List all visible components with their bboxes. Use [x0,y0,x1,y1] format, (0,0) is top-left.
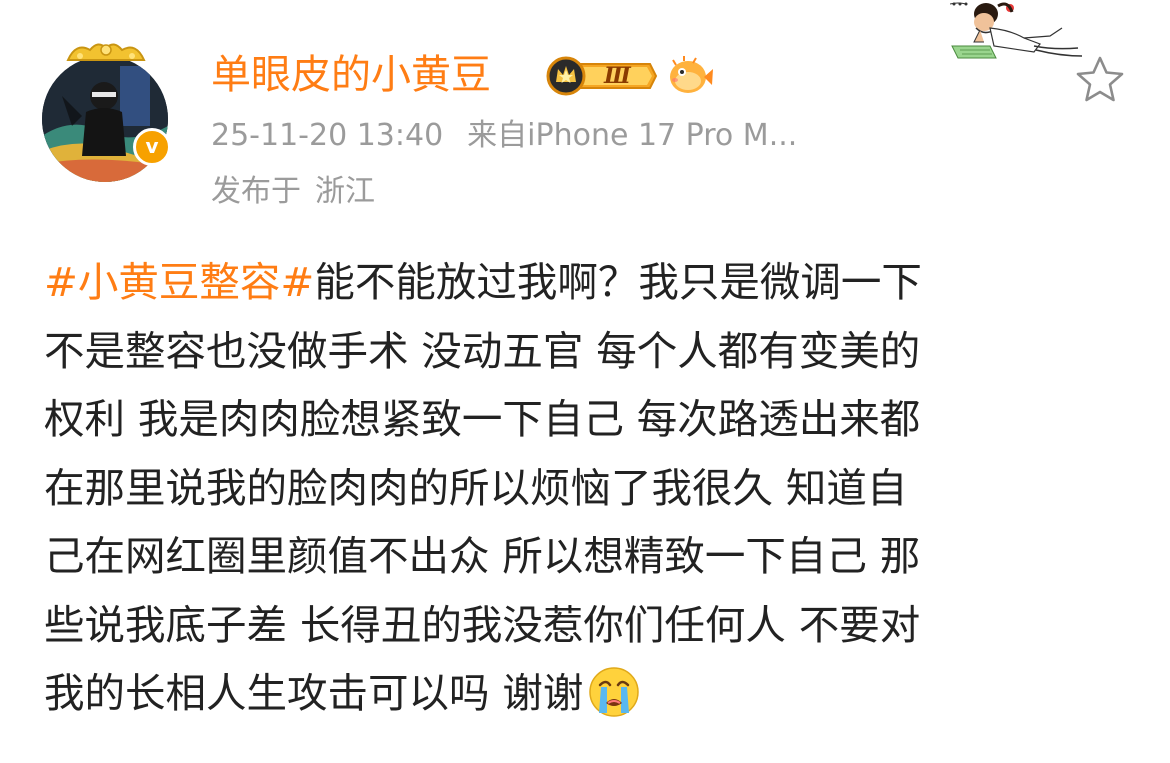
post-meta: 25-11-20 13:40 来自iPhone 17 Pro M... [211,116,797,156]
vip-level-label: Ⅲ [604,63,631,89]
vip-badge[interactable]: Ⅲ [546,56,658,96]
verified-mark: v [145,134,159,158]
post-timestamp: 25-11-20 13:40 [211,118,444,153]
post-line: 我的长相人生攻击可以吗 谢谢 [44,659,1134,728]
location-name: 浙江 [315,174,375,209]
avatar-frame-icon [66,43,146,61]
username[interactable]: 单眼皮的小黄豆 [211,50,491,100]
post-text-line-2: 不是整容也没做手术 没动五官 每个人都有变美的 [44,326,921,375]
pufferfish-icon[interactable] [666,55,714,97]
post-body: #小黄豆整容#能不能放过我啊？我只是微调一下 不是整容也没做手术 没动五官 每个… [44,248,1134,728]
weibo-post: v 单眼皮的小黄豆 Ⅲ 25-11-20 13:40 来自iPhone 17 Pr… [0,0,1170,763]
crying-face-icon [589,667,640,717]
post-text-line-7: 我的长相人生攻击可以吗 谢谢 [44,669,584,717]
post-text-line-3: 权利 我是肉肉脸想紧致一下自己 每次路透出来都 [44,395,921,443]
post-text-line-5: 己在网红圈里颜值不出众 所以想精致一下自己 那 [44,532,921,580]
reading-girl-decoration-icon [950,2,1083,59]
post-line: #小黄豆整容#能不能放过我啊？我只是微调一下 [44,248,1134,317]
post-text-line-6: 些说我底子差 长得丑的我没惹你们任何人 不要对 [44,600,921,649]
post-text-line-4: 在那里说我的脸肉肉的所以烦恼了我很久 知道自 [44,463,908,512]
source-prefix: 来自 [467,118,528,153]
hashtag-link[interactable]: #小黄豆整容# [44,258,314,306]
post-source: iPhone 17 Pro M... [527,118,798,153]
favorite-star-icon[interactable] [1074,54,1126,106]
location-prefix: 发布于 [211,174,301,209]
verified-badge: v [133,128,171,166]
post-location: 发布于 浙江 [211,172,375,212]
avatar-container[interactable]: v [40,38,174,182]
post-text-line-1: 能不能放过我啊？我只是微调一下 [314,258,922,306]
